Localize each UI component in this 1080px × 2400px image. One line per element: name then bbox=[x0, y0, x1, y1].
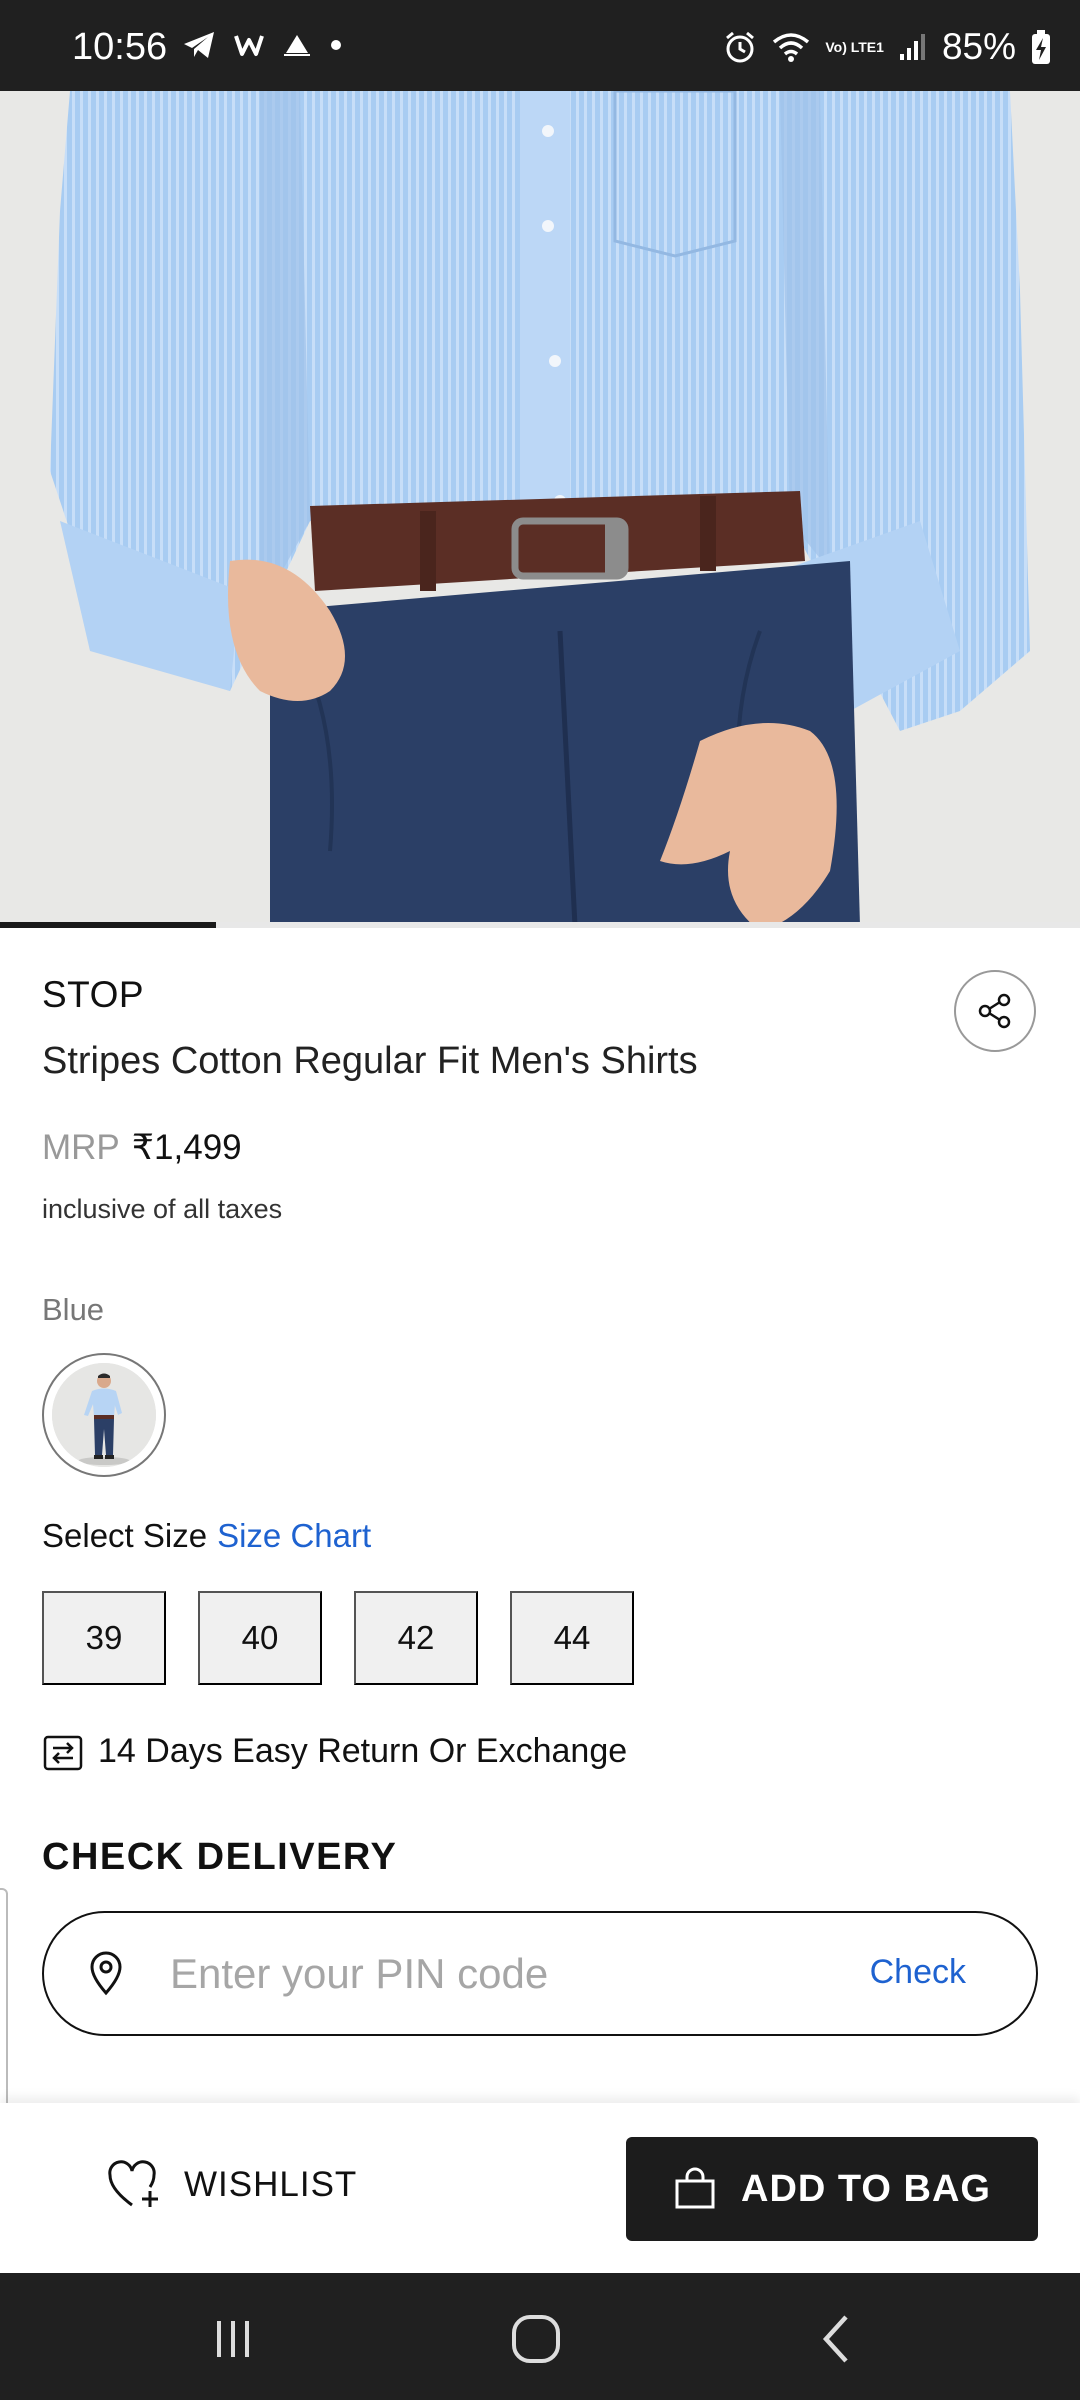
size-options: 39 40 42 44 bbox=[42, 1591, 634, 1685]
tax-note: inclusive of all taxes bbox=[42, 1194, 283, 1224]
exchange-icon bbox=[43, 1735, 83, 1771]
color-swatch-blue[interactable] bbox=[42, 1353, 166, 1477]
pin-code-input[interactable] bbox=[170, 1913, 810, 2034]
add-to-bag-button[interactable]: ADD TO BAG bbox=[626, 2137, 1038, 2241]
volte-icon: Vo) LTE1 bbox=[825, 38, 884, 55]
heart-plus-icon bbox=[108, 2160, 158, 2207]
add-to-bag-label: ADD TO BAG bbox=[741, 2167, 991, 2210]
back-icon bbox=[822, 2315, 848, 2363]
product-photo-illustration bbox=[0, 91, 1080, 926]
select-size-label: Select Size bbox=[42, 1517, 208, 1554]
product-title: Stripes Cotton Regular Fit Men's Shirts bbox=[42, 1040, 698, 1082]
pin-code-box: Check bbox=[42, 1911, 1038, 2036]
size-option-39[interactable]: 39 bbox=[42, 1591, 166, 1685]
share-button[interactable] bbox=[954, 970, 1036, 1052]
wishlist-label: WISHLIST bbox=[184, 2165, 358, 2204]
price: ₹1,499 bbox=[131, 1128, 242, 1167]
battery-charging-icon bbox=[1030, 29, 1052, 65]
check-delivery-heading: CHECK DELIVERY bbox=[42, 1836, 398, 1878]
notification-dot-icon bbox=[330, 39, 342, 51]
alarm-icon bbox=[723, 30, 757, 64]
battery-percent: 85% bbox=[941, 26, 1016, 67]
back-button[interactable] bbox=[808, 2311, 868, 2367]
select-size-row: Select Size Size Chart bbox=[42, 1517, 371, 1555]
share-icon bbox=[978, 993, 1011, 1029]
recent-apps-icon bbox=[217, 2321, 249, 2357]
telegram-icon bbox=[182, 30, 216, 60]
notification-icons bbox=[182, 30, 342, 60]
w-app-icon bbox=[234, 32, 264, 58]
status-bar: 10:56 Vo) LTE1 85% bbox=[0, 0, 1080, 91]
size-option-40[interactable]: 40 bbox=[198, 1591, 322, 1685]
signal-icon bbox=[898, 32, 928, 62]
recent-apps-button[interactable] bbox=[203, 2311, 263, 2367]
image-gallery-progress-fill bbox=[0, 922, 216, 928]
home-button[interactable] bbox=[506, 2311, 566, 2367]
return-policy-text: 14 Days Easy Return Or Exchange bbox=[98, 1731, 628, 1770]
location-pin-icon bbox=[90, 1951, 122, 1996]
wifi-icon bbox=[771, 31, 811, 63]
wishlist-button[interactable]: WISHLIST bbox=[106, 2159, 357, 2211]
product-thumbnail bbox=[52, 1363, 156, 1467]
status-time: 10:56 bbox=[72, 26, 168, 68]
size-option-42[interactable]: 42 bbox=[354, 1591, 478, 1685]
size-option-44[interactable]: 44 bbox=[510, 1591, 634, 1685]
status-right: Vo) LTE1 85% bbox=[723, 26, 1052, 68]
app-logo-icon bbox=[282, 32, 312, 58]
bottom-action-bar: WISHLIST ADD TO BAG bbox=[0, 2103, 1080, 2273]
size-chart-link[interactable]: Size Chart bbox=[217, 1517, 371, 1554]
image-gallery-progress bbox=[0, 922, 1080, 928]
check-pin-button[interactable]: Check bbox=[870, 1953, 966, 1992]
shopping-bag-icon bbox=[675, 2167, 715, 2209]
mrp-label: MRP bbox=[42, 1128, 120, 1167]
system-nav-bar bbox=[0, 2273, 1080, 2400]
brand-name[interactable]: STOP bbox=[42, 974, 144, 1016]
return-policy: 14 Days Easy Return Or Exchange bbox=[42, 1730, 627, 1772]
product-image[interactable] bbox=[0, 91, 1080, 926]
color-label: Blue bbox=[42, 1292, 105, 1327]
price-row: MRP ₹1,499 bbox=[42, 1128, 242, 1168]
home-icon bbox=[512, 2315, 560, 2363]
